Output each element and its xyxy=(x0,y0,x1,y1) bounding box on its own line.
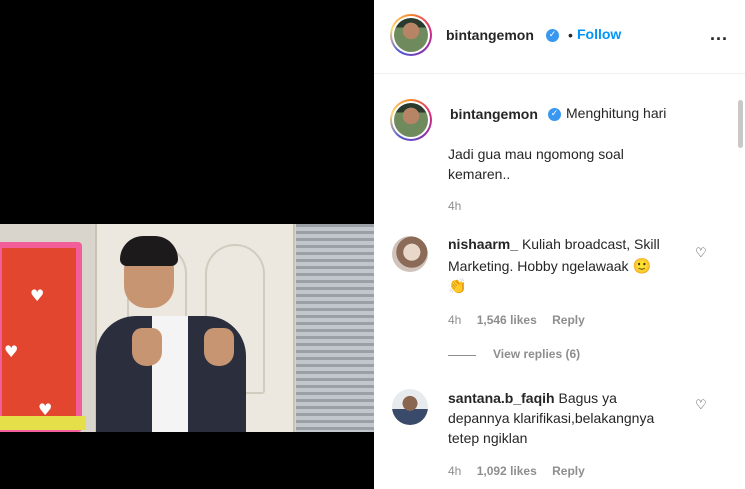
comment-emoji-row: 👏 xyxy=(448,275,467,297)
scrollbar-thumb[interactable] xyxy=(738,100,743,148)
post-sidebar: bintangemon ✓ • Follow ... bintangemon ✓… xyxy=(374,0,745,489)
comment-likes[interactable]: 1,092 likes xyxy=(477,464,537,478)
commenter-avatar[interactable] xyxy=(392,389,428,425)
decorated-board: ♥ ♥ ♥ xyxy=(0,242,86,432)
caption-avatar[interactable] xyxy=(390,99,432,141)
post-media[interactable]: ♥ ♥ ♥ xyxy=(0,0,374,489)
commenter-avatar[interactable] xyxy=(392,236,428,272)
comment-username[interactable]: nishaarm_ xyxy=(448,236,518,252)
view-replies-line xyxy=(448,355,476,356)
comment-text-line-2: depannya klarifikasi,belakangnya xyxy=(448,410,655,426)
comment-body: santana.b_faqih Bagus ya xyxy=(448,387,710,409)
reply-button[interactable]: Reply xyxy=(552,313,585,327)
comment-text-line-2: Marketing. Hobby ngelawaak xyxy=(448,258,629,274)
view-replies-button[interactable]: View replies (6) xyxy=(493,347,580,361)
like-comment-heart-icon[interactable]: ♡ xyxy=(695,398,707,413)
more-options-icon[interactable]: ... xyxy=(710,24,728,45)
smile-emoji-icon: 🙂 xyxy=(632,257,652,275)
caption-time[interactable]: 4h xyxy=(448,199,461,213)
caption-line-2: Jadi gua mau ngomong soal xyxy=(448,146,624,162)
comment-meta: 4h 1,546 likes Reply xyxy=(448,313,597,327)
comment-time[interactable]: 4h xyxy=(448,313,461,327)
verified-badge-icon: ✓ xyxy=(548,108,561,121)
post-photo: ♥ ♥ ♥ xyxy=(0,224,374,432)
comment-text-line-3: tetep ngiklan xyxy=(448,430,528,446)
author-avatar[interactable] xyxy=(390,14,432,56)
follow-button[interactable]: Follow xyxy=(577,26,621,42)
like-comment-heart-icon[interactable]: ♡ xyxy=(695,246,707,261)
comment-time[interactable]: 4h xyxy=(448,464,461,478)
comment-body: nishaarm_ Kuliah broadcast, Skill xyxy=(448,233,710,255)
header-separator: • xyxy=(568,27,573,43)
person-figure xyxy=(92,236,252,432)
comment-meta: 4h 1,092 likes Reply xyxy=(448,464,597,478)
caption-username[interactable]: bintangemon xyxy=(450,106,538,122)
caption-line-1: Menghitung hari xyxy=(566,105,667,121)
post-header: bintangemon ✓ • Follow ... xyxy=(374,0,745,74)
author-username[interactable]: bintangemon xyxy=(446,27,534,43)
comment-text-line-1: Bagus ya xyxy=(558,390,617,406)
window-blinds xyxy=(296,224,374,432)
reply-button[interactable]: Reply xyxy=(552,464,585,478)
comment-username[interactable]: santana.b_faqih xyxy=(448,390,555,406)
verified-badge-icon: ✓ xyxy=(546,29,559,42)
comment-text-line-1: Kuliah broadcast, Skill xyxy=(521,236,660,252)
comment-likes[interactable]: 1,546 likes xyxy=(477,313,537,327)
comment-text-line-2-row: Marketing. Hobby ngelawaak 🙂 xyxy=(448,255,651,277)
clap-emoji-icon: 👏 xyxy=(448,277,467,295)
caption-line-3: kemaren.. xyxy=(448,166,511,182)
